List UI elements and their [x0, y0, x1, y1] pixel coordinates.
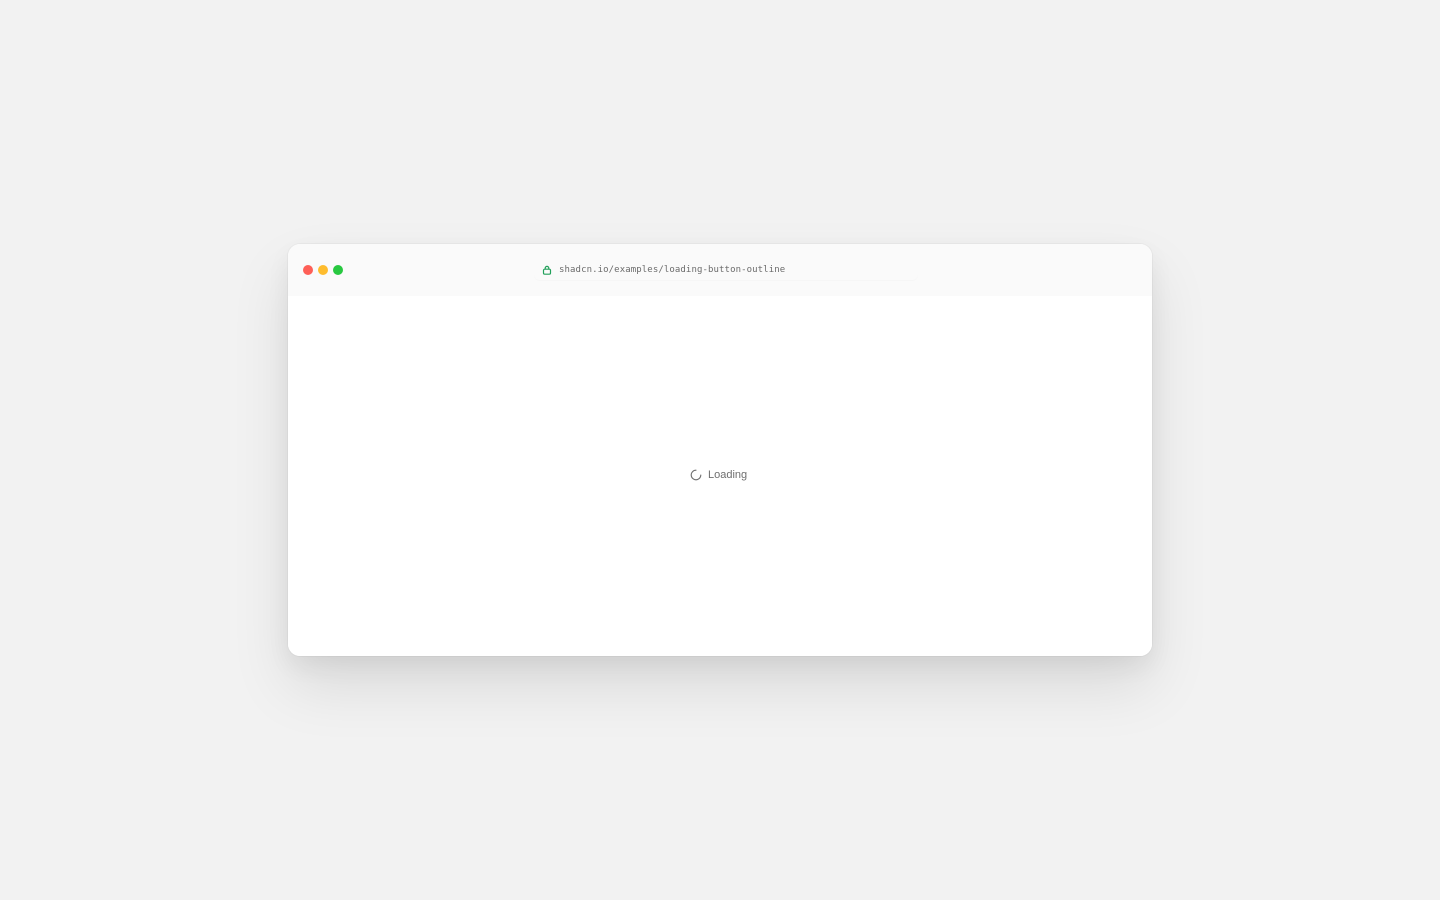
loading-label: Loading	[708, 469, 748, 481]
desktop-background: shadcn.io/examples/loading-button-outlin…	[0, 0, 1440, 900]
minimize-window-button[interactable]	[318, 265, 328, 275]
window-controls	[303, 265, 343, 275]
close-window-button[interactable]	[303, 265, 313, 275]
browser-window: shadcn.io/examples/loading-button-outlin…	[288, 244, 1152, 656]
page-content: Loading	[288, 296, 1152, 656]
spinner-icon	[690, 469, 702, 481]
address-bar[interactable]: shadcn.io/examples/loading-button-outlin…	[534, 260, 918, 280]
lock-icon	[540, 263, 554, 277]
browser-titlebar: shadcn.io/examples/loading-button-outlin…	[288, 244, 1152, 296]
url-text: shadcn.io/examples/loading-button-outlin…	[559, 265, 786, 275]
loading-indicator: Loading	[690, 467, 747, 483]
maximize-window-button[interactable]	[333, 265, 343, 275]
